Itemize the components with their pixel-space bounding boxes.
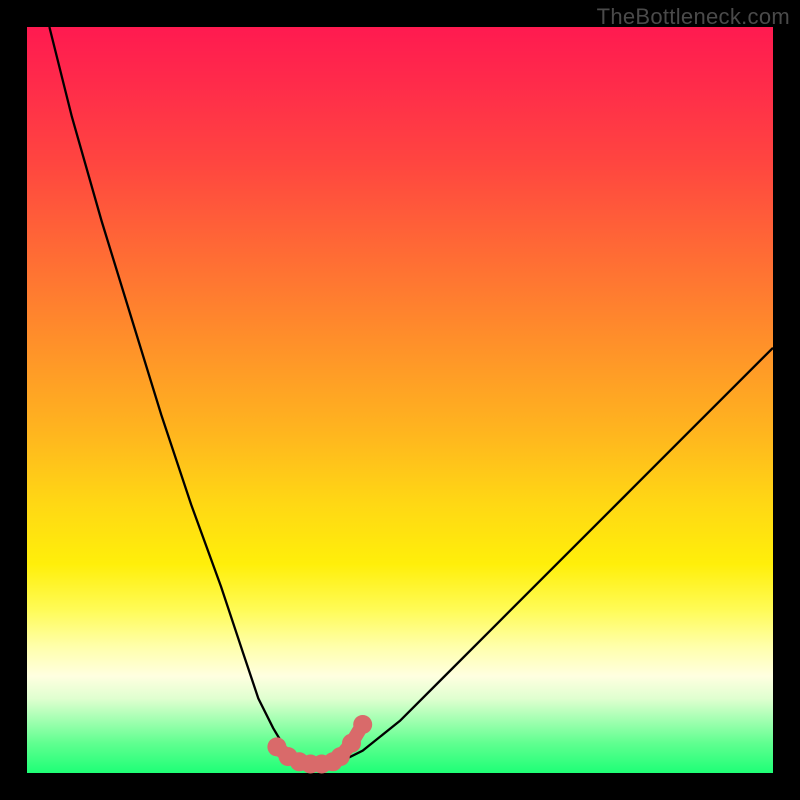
chart-svg [0,0,800,800]
watermark-label: TheBottleneck.com [597,4,790,30]
right-curve [325,348,773,766]
left-curve [49,27,310,766]
bottom-marker-dot [342,734,361,753]
bottom-marker-dot [353,715,372,734]
